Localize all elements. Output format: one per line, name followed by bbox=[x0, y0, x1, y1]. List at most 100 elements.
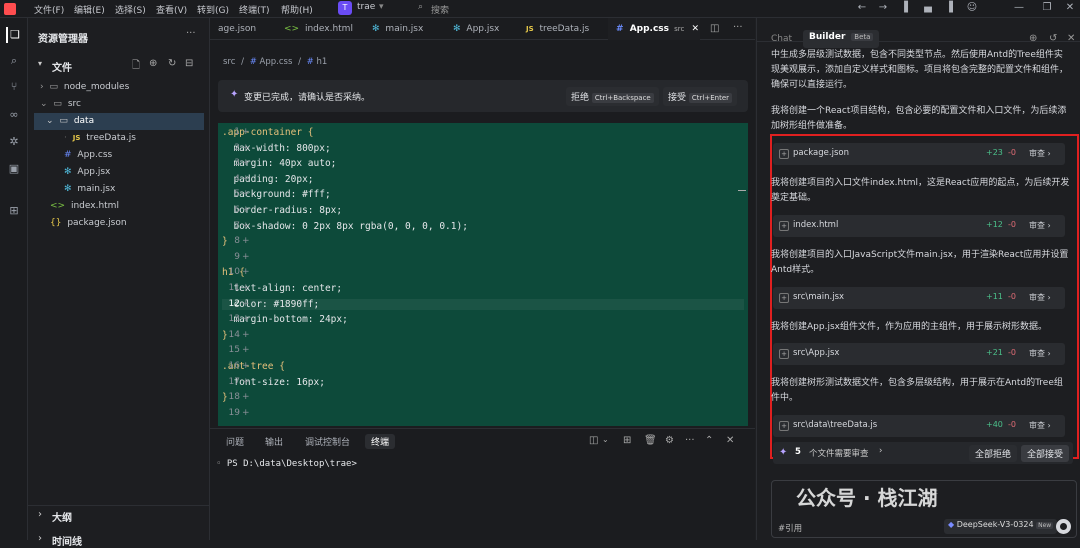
toggle-sidebar-icon[interactable]: ▌ bbox=[902, 2, 914, 14]
chevron-down-icon[interactable]: ▾ bbox=[38, 59, 42, 68]
chat-input[interactable]: 换行 公众号 · 栈江湖 #引用 ◆ DeepSeek-V3-0324 New bbox=[771, 480, 1077, 538]
minimize-icon[interactable]: — bbox=[1013, 2, 1025, 14]
close-icon[interactable]: ✕ bbox=[1067, 33, 1075, 44]
review-link[interactable]: 审查 › bbox=[1029, 348, 1051, 359]
tree-item-src[interactable]: ⌄ ▭ src bbox=[28, 96, 210, 113]
tab-output[interactable]: 输出 bbox=[265, 435, 283, 448]
preview-icon[interactable]: ▣ bbox=[6, 161, 22, 177]
refresh-icon[interactable]: ↻ bbox=[168, 58, 176, 69]
menu-selection[interactable]: 选择(S) bbox=[115, 3, 146, 16]
reject-all-button[interactable]: 全部拒绝 bbox=[969, 445, 1018, 462]
tree-item-main-jsx[interactable]: ✻ main.jsx bbox=[28, 181, 210, 198]
timeline-section-title[interactable]: 时间线 bbox=[52, 533, 82, 548]
tree-item-data[interactable]: ⌄ ▭ data bbox=[34, 113, 204, 130]
file-card-treedata-js[interactable]: + src\data\treeData.js +40 -0 审查 › bbox=[773, 415, 1065, 437]
debug-icon[interactable]: ✲ bbox=[6, 134, 22, 150]
new-chat-icon[interactable]: ⊕ bbox=[1029, 33, 1037, 44]
file-card-app-jsx[interactable]: + src\App.jsx +21 -0 审查 › bbox=[773, 343, 1065, 365]
reject-button[interactable]: 拒绝 Ctrl+Backspace bbox=[566, 87, 659, 106]
more-icon[interactable]: ··· bbox=[186, 28, 196, 39]
tab-debug-console[interactable]: 调试控制台 bbox=[305, 435, 350, 448]
expand-icon[interactable]: + bbox=[779, 149, 789, 159]
close-icon[interactable]: ✕ bbox=[692, 24, 700, 34]
search-box[interactable]: 搜索 bbox=[431, 3, 449, 16]
expand-icon[interactable]: + bbox=[779, 293, 789, 303]
forward-arrow-icon[interactable]: → bbox=[877, 2, 889, 14]
code-line[interactable]: color: #1890ff; bbox=[222, 298, 744, 310]
tab-package-json[interactable]: age.json bbox=[218, 18, 256, 40]
file-card-index-html[interactable]: + index.html +12 -0 审查 › bbox=[773, 215, 1065, 237]
split-editor-icon[interactable]: ◫ bbox=[710, 23, 719, 34]
tab-app-css[interactable]: # App.css src ✕ bbox=[608, 18, 700, 40]
expand-icon[interactable]: + bbox=[779, 221, 789, 231]
add-terminal-icon[interactable]: ⊞ bbox=[623, 435, 631, 446]
workspace-name[interactable]: trae bbox=[357, 2, 375, 12]
close-icon[interactable]: ✕ bbox=[1064, 2, 1076, 14]
reference-button[interactable]: #引用 bbox=[778, 522, 802, 534]
tab-problems[interactable]: 问题 bbox=[226, 435, 244, 448]
files-section-title[interactable]: 文件 bbox=[52, 59, 72, 74]
workspace-badge[interactable]: T bbox=[338, 1, 352, 15]
breadcrumb-item[interactable]: App.css bbox=[260, 57, 293, 67]
menu-view[interactable]: 查看(V) bbox=[156, 3, 187, 16]
tree-item-index-html[interactable]: <> index.html bbox=[28, 198, 210, 215]
close-icon[interactable]: ✕ bbox=[726, 435, 734, 446]
tab-treedata-js[interactable]: JS treeData.js bbox=[526, 18, 589, 40]
accept-all-button[interactable]: 全部接受 bbox=[1021, 445, 1070, 462]
toggle-chat-icon[interactable]: ▐ bbox=[943, 2, 955, 14]
more-icon[interactable]: ··· bbox=[733, 22, 743, 33]
review-link[interactable]: 审查 › bbox=[1029, 420, 1051, 431]
review-summary-text[interactable]: 个文件需要审查 bbox=[809, 447, 869, 459]
menu-goto[interactable]: 转到(G) bbox=[197, 3, 229, 16]
remote-icon[interactable]: ∞ bbox=[6, 107, 22, 123]
restore-icon[interactable]: ❐ bbox=[1041, 2, 1053, 14]
outline-section-title[interactable]: 大纲 bbox=[52, 509, 72, 524]
expand-icon[interactable]: + bbox=[779, 349, 789, 359]
extensions-icon[interactable]: ⊞ bbox=[6, 203, 22, 219]
tree-item-treedata-js[interactable]: · JS treeData.js bbox=[28, 130, 210, 147]
accept-button[interactable]: 接受 Ctrl+Enter bbox=[663, 87, 737, 106]
menu-help[interactable]: 帮助(H) bbox=[281, 3, 313, 16]
tab-builder[interactable]: Builder Beta bbox=[803, 30, 880, 48]
tree-item-app-jsx[interactable]: ✻ App.jsx bbox=[28, 164, 210, 181]
menu-terminal[interactable]: 终端(T) bbox=[239, 3, 270, 16]
collapse-icon[interactable]: ⊟ bbox=[185, 58, 193, 69]
workspace-chevron-icon[interactable]: ▾ bbox=[379, 2, 384, 12]
review-link[interactable]: 审查 › bbox=[1029, 220, 1051, 231]
chevron-up-icon[interactable]: ⌃ bbox=[705, 435, 713, 446]
account-icon[interactable]: ☺ bbox=[966, 2, 978, 14]
tree-item-node-modules[interactable]: › ▭ node_modules bbox=[28, 79, 210, 96]
tree-item-app-css[interactable]: # App.css bbox=[28, 147, 210, 164]
code-line[interactable]: box-shadow: 0 2px 8px rgba(0, 0, 0, 0.1)… bbox=[222, 221, 468, 232]
tab-index-html[interactable]: <> index.html bbox=[284, 18, 353, 40]
toggle-panel-icon[interactable]: ▄ bbox=[922, 2, 934, 14]
search-icon[interactable]: ⌕ bbox=[418, 2, 423, 12]
breadcrumb-item[interactable]: h1 bbox=[316, 57, 327, 67]
model-selector[interactable]: ◆ DeepSeek-V3-0324 New bbox=[944, 519, 1058, 534]
settings-icon[interactable]: ⚙ bbox=[665, 435, 674, 446]
menu-edit[interactable]: 编辑(E) bbox=[74, 3, 105, 16]
explorer-icon[interactable]: ❏ bbox=[6, 27, 22, 43]
tree-item-package-json[interactable]: {} package.json bbox=[28, 215, 210, 232]
chevron-right-icon[interactable]: › bbox=[879, 446, 882, 456]
review-link[interactable]: 审查 › bbox=[1029, 292, 1051, 303]
code-area[interactable]: .app-container { max-width: 800px; margi… bbox=[218, 123, 748, 426]
tab-app-jsx[interactable]: ✻ App.jsx bbox=[453, 18, 499, 40]
file-card-main-jsx[interactable]: + src\main.jsx +11 -0 审查 › bbox=[773, 287, 1065, 309]
chevron-down-icon[interactable]: ⌄ bbox=[602, 435, 609, 444]
more-icon[interactable]: ··· bbox=[685, 435, 695, 446]
tab-terminal[interactable]: 终端 bbox=[365, 434, 396, 449]
new-folder-icon[interactable]: ⊕ bbox=[149, 58, 157, 69]
tab-chat[interactable]: Chat bbox=[771, 34, 792, 44]
trash-icon[interactable]: 🗑 bbox=[644, 435, 657, 446]
tab-main-jsx[interactable]: ✻ main.jsx bbox=[372, 18, 423, 40]
chevron-right-icon[interactable]: › bbox=[38, 533, 42, 544]
new-file-icon[interactable]: 🗋 bbox=[132, 58, 140, 75]
terminal-prompt[interactable]: ◦ PS D:\data\Desktop\trae> bbox=[216, 459, 357, 469]
chevron-right-icon[interactable]: › bbox=[38, 509, 42, 520]
menu-file[interactable]: 文件(F) bbox=[34, 3, 64, 16]
file-card-package-json[interactable]: + package.json +23 -0 审查 › bbox=[773, 143, 1065, 165]
source-control-icon[interactable]: ⑂ bbox=[6, 79, 22, 95]
history-icon[interactable]: ↺ bbox=[1049, 33, 1057, 44]
review-link[interactable]: 审查 › bbox=[1029, 148, 1051, 159]
